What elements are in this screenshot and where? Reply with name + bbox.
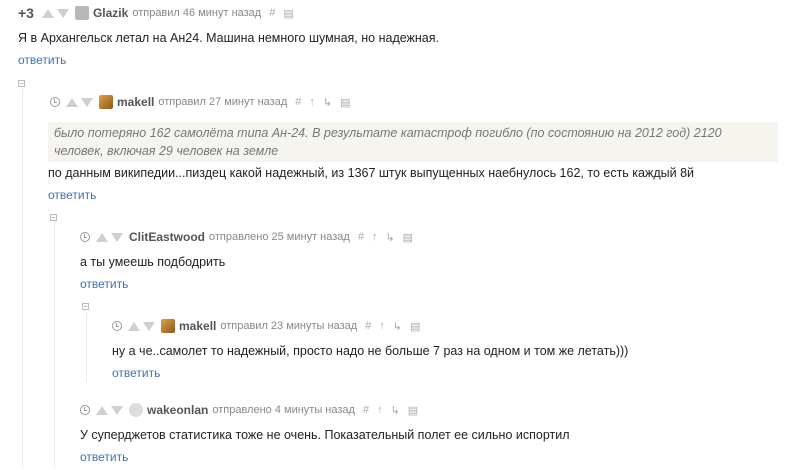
branch-icon[interactable]: ↳ xyxy=(385,231,394,244)
up-arrow-icon[interactable]: ↑ xyxy=(379,320,385,332)
hash-icon[interactable]: # xyxy=(269,7,275,19)
quote-block: было потеряно 162 самолёта типа Ан-24. В… xyxy=(48,122,778,162)
rating: +3 xyxy=(18,5,34,21)
thread-line xyxy=(22,88,23,468)
save-icon[interactable]: ▤ xyxy=(340,96,350,109)
avatar[interactable] xyxy=(129,403,143,417)
collapse-toggle[interactable] xyxy=(18,80,25,87)
save-icon[interactable]: ▤ xyxy=(408,404,418,417)
comment-text: ну а че..самолет то надежный, просто над… xyxy=(112,344,629,358)
save-icon[interactable]: ▤ xyxy=(283,7,293,20)
thread-line xyxy=(86,312,87,382)
author-name[interactable]: makell xyxy=(179,319,216,333)
reply-link[interactable]: ответить xyxy=(48,188,96,202)
save-icon[interactable]: ▤ xyxy=(410,320,420,333)
timestamp: отправил 27 минут назад xyxy=(158,96,288,108)
downvote-icon[interactable] xyxy=(143,321,155,331)
branch-icon[interactable]: ↳ xyxy=(323,96,332,109)
avatar[interactable] xyxy=(99,95,113,109)
clock-icon xyxy=(50,97,60,107)
upvote-icon[interactable] xyxy=(96,232,108,242)
timestamp: отправил 46 минут назад xyxy=(132,7,262,19)
upvote-icon[interactable] xyxy=(66,97,78,107)
author-name[interactable]: wakeonlan xyxy=(147,403,208,417)
hash-icon[interactable]: # xyxy=(295,96,301,108)
up-arrow-icon[interactable]: ↑ xyxy=(372,231,378,243)
timestamp: отправил 23 минуты назад xyxy=(220,320,358,332)
avatar[interactable] xyxy=(74,6,89,20)
author-name[interactable]: Glazik xyxy=(93,6,128,20)
branch-icon[interactable]: ↳ xyxy=(391,404,400,417)
upvote-icon[interactable] xyxy=(96,405,108,415)
author-name[interactable]: makell xyxy=(117,95,154,109)
reply-link[interactable]: ответить xyxy=(18,53,66,67)
clock-icon xyxy=(80,405,90,415)
reply-link[interactable]: ответить xyxy=(80,277,128,291)
save-icon[interactable]: ▤ xyxy=(403,231,413,244)
downvote-icon[interactable] xyxy=(56,8,69,18)
downvote-icon[interactable] xyxy=(111,232,123,242)
collapse-toggle[interactable] xyxy=(82,303,89,310)
timestamp: отправлено 25 минут назад xyxy=(209,231,350,243)
reply-link[interactable]: ответить xyxy=(80,450,128,464)
hash-icon[interactable]: # xyxy=(358,231,364,243)
comment-text: Я в Архангельск летал на Ан24. Машина не… xyxy=(18,31,440,45)
downvote-icon[interactable] xyxy=(81,97,93,107)
up-arrow-icon[interactable]: ↑ xyxy=(309,96,315,108)
collapse-toggle[interactable] xyxy=(50,214,57,221)
upvote-icon[interactable] xyxy=(128,321,140,331)
up-arrow-icon[interactable]: ↑ xyxy=(377,404,383,416)
thread-line xyxy=(54,222,55,468)
upvote-icon[interactable] xyxy=(41,8,54,18)
downvote-icon[interactable] xyxy=(111,405,123,415)
author-name[interactable]: ClitEastwood xyxy=(129,230,205,244)
clock-icon xyxy=(80,232,90,242)
timestamp: отправлено 4 минуты назад xyxy=(212,404,355,416)
avatar[interactable] xyxy=(161,319,175,333)
hash-icon[interactable]: # xyxy=(363,404,369,416)
comment-text: У суперджетов статистика тоже не очень. … xyxy=(80,428,570,442)
comment-text: по данным википедии...пиздец какой надеж… xyxy=(48,166,695,180)
hash-icon[interactable]: # xyxy=(365,320,371,332)
branch-icon[interactable]: ↳ xyxy=(393,320,402,333)
reply-link[interactable]: ответить xyxy=(112,366,160,380)
comment-text: а ты умеешь подбодрить xyxy=(80,255,226,269)
clock-icon xyxy=(112,321,122,331)
